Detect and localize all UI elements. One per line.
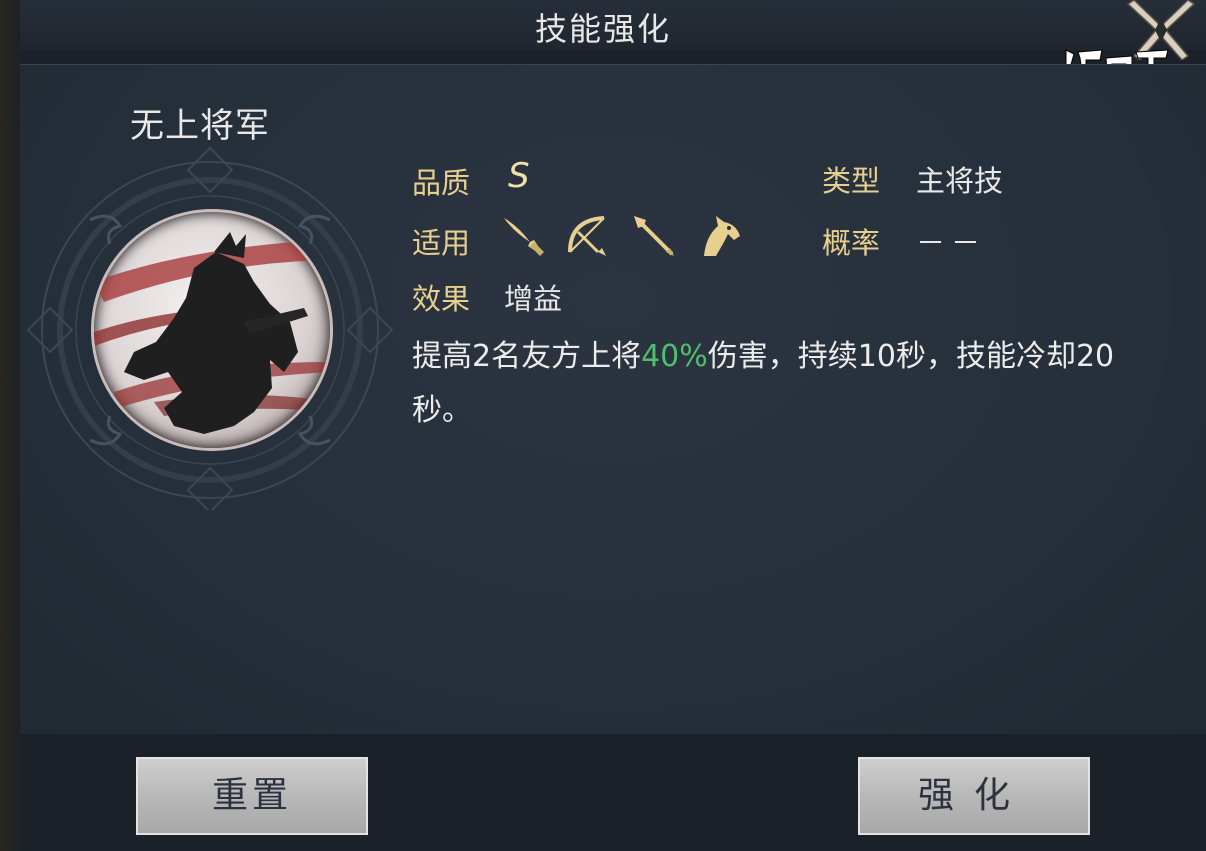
quality-value: S — [508, 156, 530, 196]
type-value: 主将技 — [916, 164, 1004, 198]
left-edge-decoration — [0, 0, 20, 851]
quality-label: 品质 — [412, 166, 471, 200]
bow-icon — [568, 216, 606, 256]
description-highlight: 40% — [641, 339, 708, 374]
probability-value: －－ — [916, 226, 987, 260]
applicable-icons — [500, 212, 750, 260]
enhance-button[interactable]: 强化 — [858, 757, 1090, 835]
horse-icon — [704, 216, 740, 256]
reset-button[interactable]: 重置 — [136, 757, 368, 835]
skill-emblem — [20, 140, 400, 510]
spear-icon — [634, 216, 674, 256]
probability-label: 概率 — [822, 226, 881, 260]
type-label: 类型 — [822, 164, 881, 198]
general-silhouette-icon — [94, 232, 330, 434]
skill-icon — [94, 212, 330, 448]
skill-description: 提高2名友方上将40%伤害，持续10秒，技能冷却20秒。 — [412, 330, 1152, 438]
description-text-1: 提高2名友方上将 — [412, 339, 642, 374]
page-title: 技能强化 — [534, 10, 671, 48]
effect-value: 增益 — [504, 282, 563, 316]
effect-label: 效果 — [412, 282, 471, 316]
applicable-label: 适用 — [412, 226, 471, 260]
sword-icon — [504, 218, 544, 256]
